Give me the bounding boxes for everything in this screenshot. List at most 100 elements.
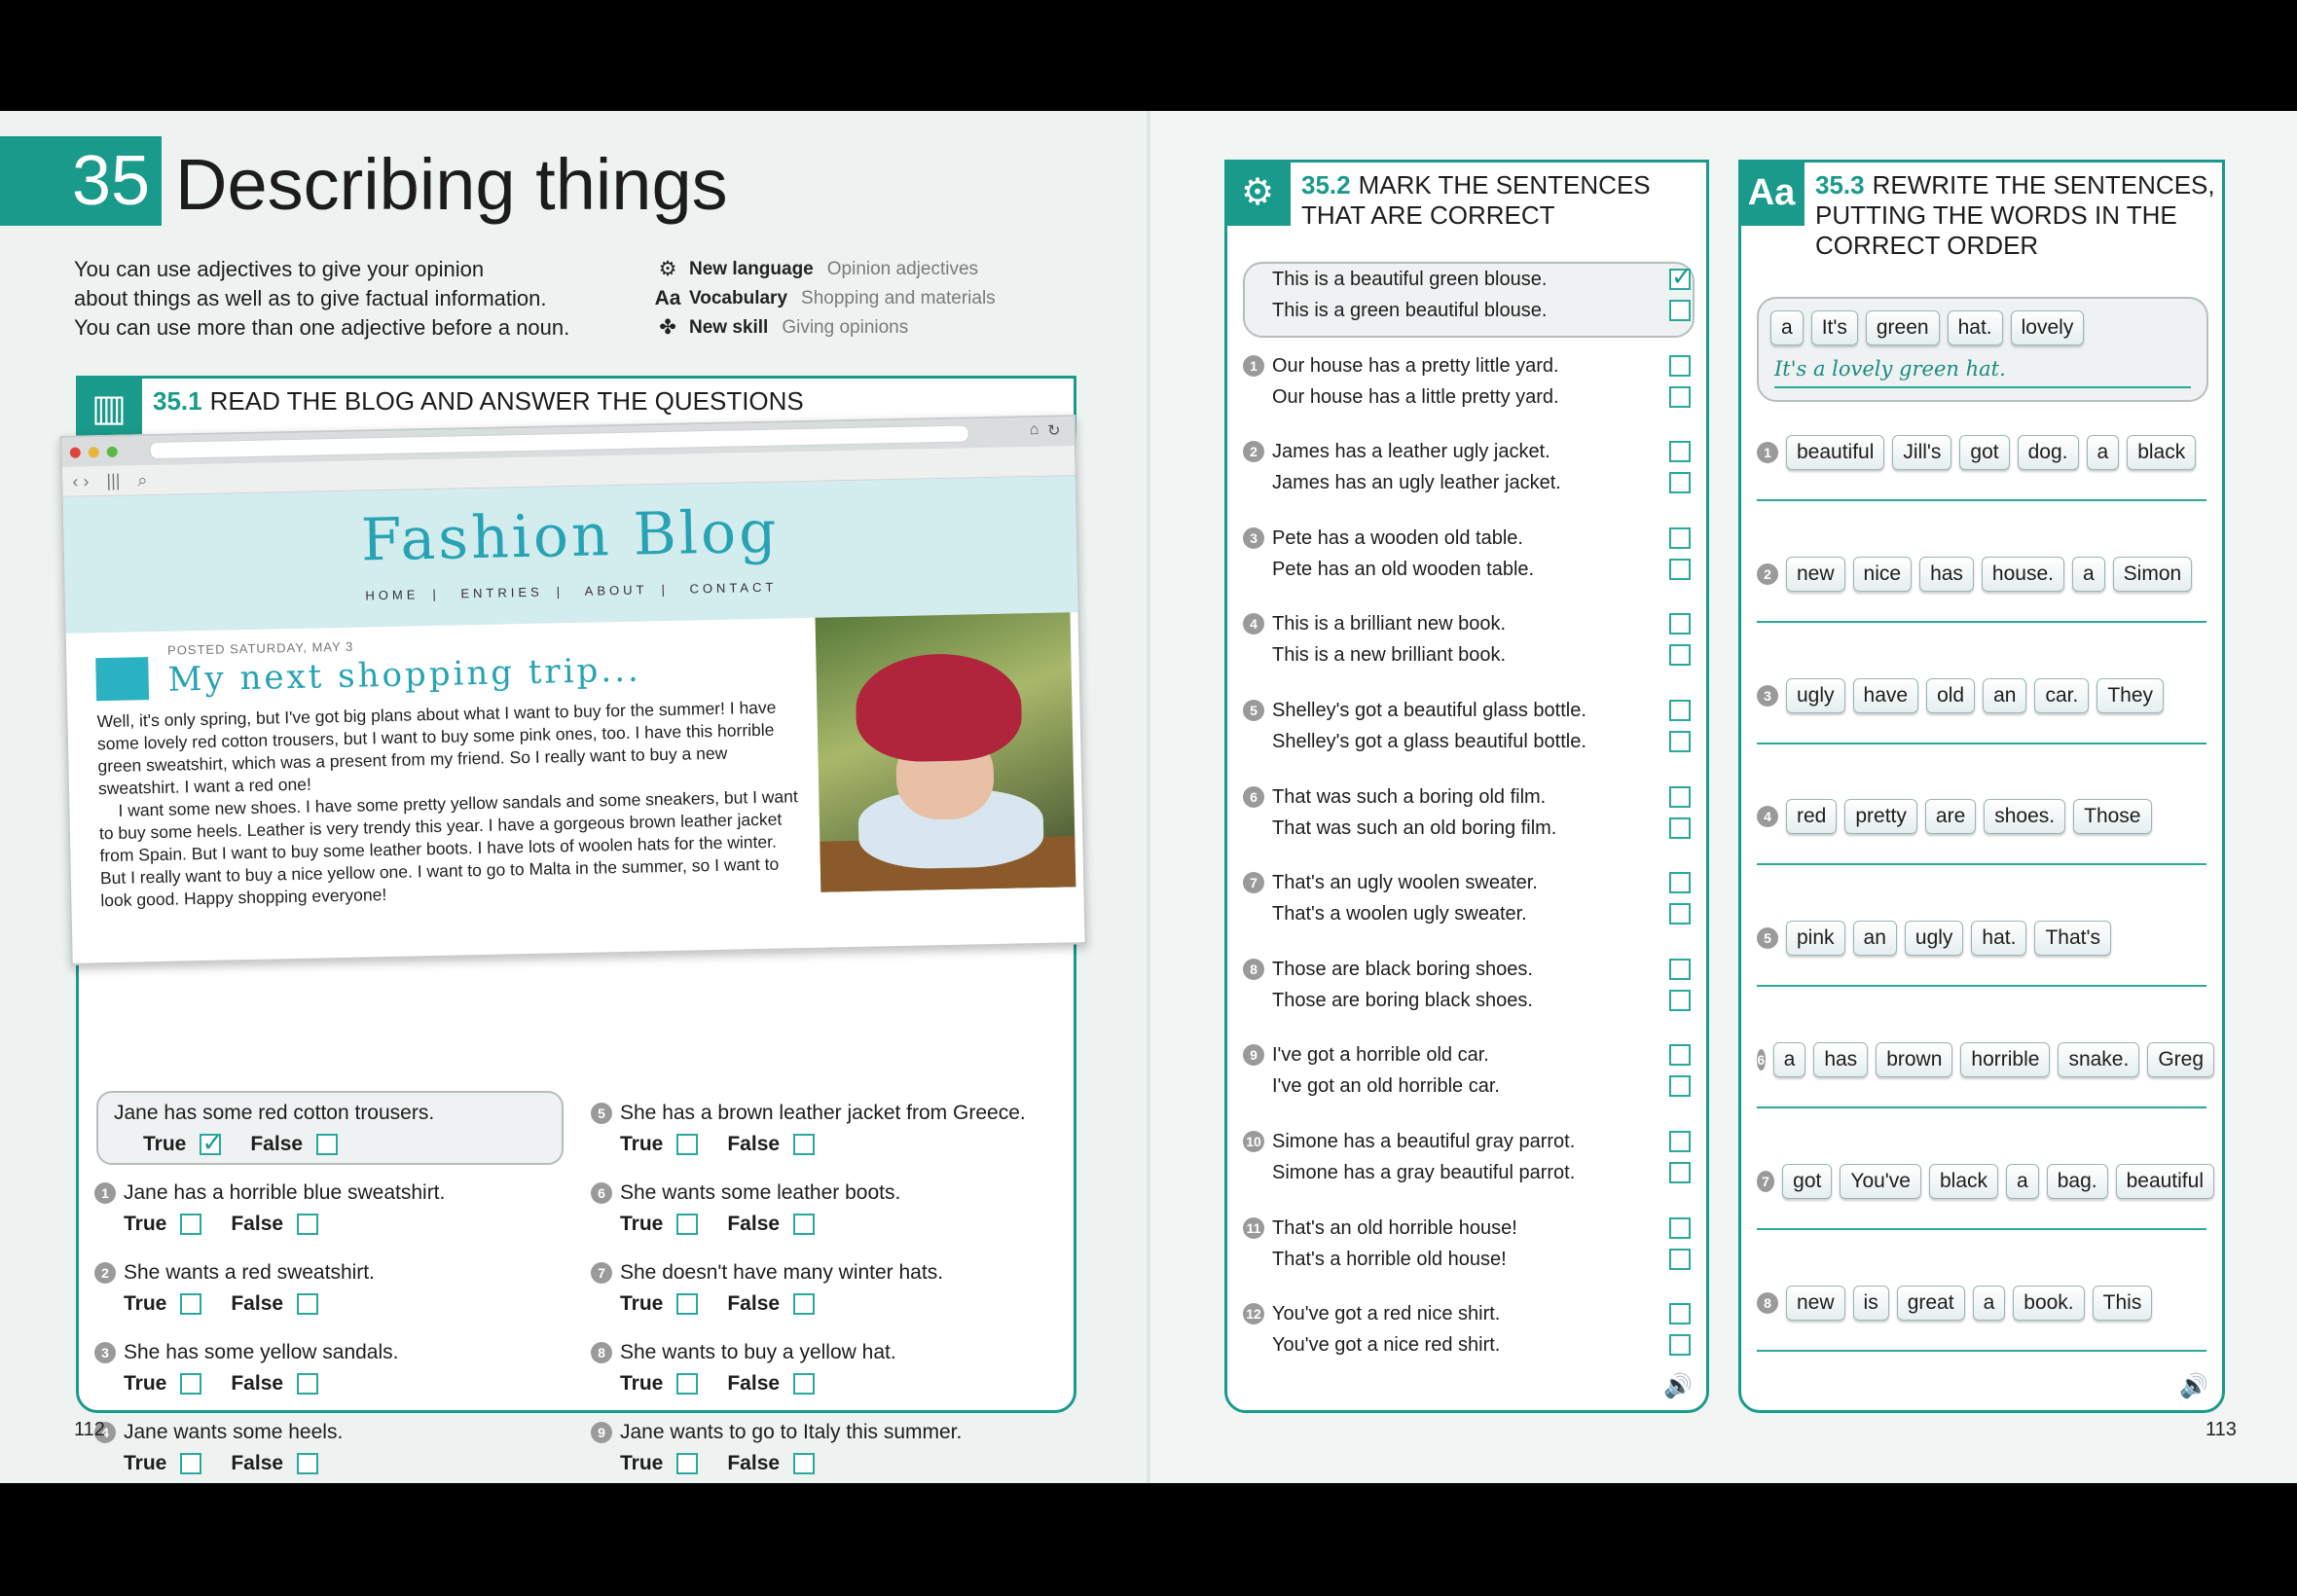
word-tile[interactable]: pretty	[1844, 799, 1917, 835]
true-checkbox[interactable]	[676, 1214, 699, 1235]
correct-checkbox[interactable]	[1669, 558, 1691, 580]
correct-checkbox[interactable]	[1669, 385, 1691, 408]
correct-checkbox[interactable]	[1669, 526, 1691, 549]
word-tile[interactable]: got	[1782, 1163, 1833, 1199]
false-checkbox[interactable]	[297, 1453, 319, 1474]
true-checkbox[interactable]	[180, 1214, 202, 1235]
word-tile[interactable]: car.	[2034, 677, 2090, 713]
audio-icon[interactable]: 🔊	[2179, 1372, 2208, 1400]
word-tile[interactable]: a	[2006, 1163, 2039, 1199]
word-tile[interactable]: a	[2071, 556, 2105, 592]
word-tile[interactable]: ugly	[1786, 677, 1845, 713]
word-tile[interactable]: nice	[1852, 556, 1913, 592]
word-tile[interactable]: new	[1786, 1285, 1845, 1321]
correct-checkbox[interactable]	[1669, 261, 1693, 292]
false-checkbox[interactable]	[297, 1373, 319, 1395]
word-tile[interactable]: brown	[1876, 1042, 1953, 1077]
true-checkbox[interactable]	[676, 1134, 699, 1155]
word-tile[interactable]: Those	[2073, 799, 2152, 835]
word-tile[interactable]: old	[1926, 677, 1976, 713]
false-checkbox[interactable]	[316, 1134, 339, 1155]
true-checkbox[interactable]	[676, 1293, 699, 1315]
word-tile[interactable]: snake.	[2058, 1042, 2140, 1077]
nav-about[interactable]: ABOUT	[585, 582, 648, 598]
word-tile[interactable]: bag.	[2046, 1163, 2108, 1199]
word-tile[interactable]: red	[1786, 799, 1838, 835]
correct-checkbox[interactable]	[1669, 989, 1691, 1011]
answer-line[interactable]	[1757, 499, 2206, 501]
correct-checkbox[interactable]	[1669, 1248, 1691, 1270]
nav-contact[interactable]: CONTACT	[689, 580, 777, 597]
bookmarks-icon[interactable]: |||	[106, 470, 120, 490]
word-tile[interactable]: beautiful	[1786, 435, 1885, 470]
word-tile[interactable]: This	[2092, 1285, 2153, 1321]
close-dot-icon[interactable]	[69, 447, 81, 458]
correct-checkbox[interactable]	[1669, 644, 1691, 667]
false-checkbox[interactable]	[793, 1373, 816, 1395]
correct-checkbox[interactable]	[1669, 1334, 1691, 1357]
refresh-icon[interactable]: ↻	[1047, 420, 1061, 440]
nav-home[interactable]: HOME	[365, 587, 419, 602]
correct-checkbox[interactable]	[1669, 1131, 1691, 1152]
word-tile[interactable]: has	[1919, 556, 1974, 592]
word-tile[interactable]: are	[1924, 799, 1977, 835]
true-checkbox[interactable]	[180, 1453, 202, 1474]
search-icon[interactable]: ⌕	[137, 470, 148, 490]
correct-checkbox[interactable]	[1669, 300, 1691, 321]
answer-line[interactable]	[1757, 1106, 2206, 1108]
word-tile[interactable]: hat.	[1947, 310, 2003, 345]
word-tile[interactable]: It's	[1810, 310, 1858, 345]
word-tile[interactable]: beautiful	[2115, 1163, 2214, 1199]
word-tile[interactable]: great	[1896, 1285, 1965, 1321]
correct-checkbox[interactable]	[1669, 816, 1691, 839]
word-tile[interactable]: a	[1972, 1285, 2006, 1321]
false-checkbox[interactable]	[793, 1293, 816, 1315]
maximize-dot-icon[interactable]	[106, 446, 118, 457]
false-checkbox[interactable]	[297, 1293, 319, 1315]
word-tile[interactable]: That's	[2034, 921, 2111, 957]
nav-entries[interactable]: ENTRIES	[460, 585, 543, 601]
word-tile[interactable]: lovely	[2010, 310, 2085, 345]
word-tile[interactable]: a	[1770, 310, 1804, 345]
word-tile[interactable]: a	[2086, 435, 2120, 470]
true-checkbox[interactable]	[180, 1293, 202, 1315]
answer-line[interactable]	[1757, 985, 2206, 988]
word-tile[interactable]: black	[2127, 435, 2197, 470]
home-icon[interactable]: ⌂	[1030, 421, 1039, 439]
word-tile[interactable]: green	[1865, 310, 1940, 345]
word-tile[interactable]: new	[1786, 556, 1845, 592]
correct-checkbox[interactable]	[1669, 613, 1691, 635]
word-tile[interactable]: shoes.	[1984, 799, 2066, 835]
back-forward-icon[interactable]: ‹ ›	[72, 471, 89, 491]
correct-checkbox[interactable]	[1669, 903, 1691, 925]
word-tile[interactable]: book.	[2013, 1285, 2085, 1321]
answer-line[interactable]	[1757, 1227, 2206, 1230]
correct-checkbox[interactable]	[1669, 1216, 1691, 1239]
answer-line[interactable]	[1757, 620, 2206, 623]
correct-checkbox[interactable]	[1669, 700, 1691, 721]
correct-checkbox[interactable]	[1669, 1075, 1691, 1098]
word-tile[interactable]: have	[1852, 677, 1919, 713]
correct-checkbox[interactable]	[1669, 731, 1691, 752]
word-tile[interactable]: has	[1813, 1042, 1869, 1077]
false-checkbox[interactable]	[793, 1453, 816, 1474]
word-tile[interactable]: dog.	[2017, 435, 2079, 470]
word-tile[interactable]: pink	[1786, 921, 1845, 957]
correct-checkbox[interactable]	[1669, 958, 1691, 980]
word-tile[interactable]: a	[1772, 1042, 1806, 1077]
minimize-dot-icon[interactable]	[88, 446, 99, 457]
word-tile[interactable]: got	[1959, 435, 2010, 470]
word-tile[interactable]: house.	[1981, 556, 2064, 592]
word-tile[interactable]: You've	[1840, 1163, 1921, 1199]
word-tile[interactable]: ugly	[1904, 921, 1964, 957]
word-tile[interactable]: an	[1852, 921, 1897, 957]
correct-checkbox[interactable]	[1669, 441, 1691, 463]
word-tile[interactable]: black	[1929, 1163, 1999, 1199]
word-tile[interactable]: Greg	[2147, 1042, 2214, 1077]
true-checkbox[interactable]	[180, 1373, 202, 1395]
answer-line[interactable]	[1757, 863, 2206, 866]
word-tile[interactable]: Simon	[2112, 556, 2193, 592]
false-checkbox[interactable]	[793, 1214, 816, 1235]
true-checkbox[interactable]	[200, 1126, 223, 1159]
correct-checkbox[interactable]	[1669, 872, 1691, 894]
